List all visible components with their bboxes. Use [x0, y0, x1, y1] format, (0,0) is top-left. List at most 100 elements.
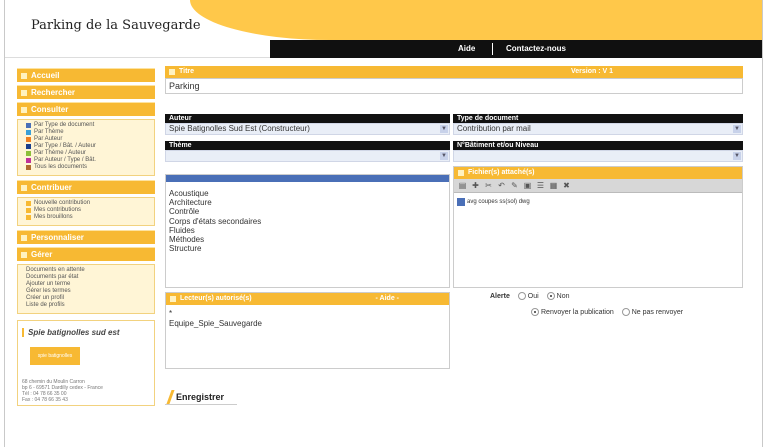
- renvoyer-radio[interactable]: [531, 308, 539, 316]
- readers-header: Lecteur(s) autorisé(s) - Aide -: [166, 293, 449, 305]
- readers-list[interactable]: * Equipe_Spie_Sauvegarde: [166, 305, 449, 333]
- type-label: Type de document: [453, 114, 743, 123]
- auteur-label: Auteur: [165, 114, 450, 123]
- sidebar-rechercher[interactable]: Rechercher: [17, 85, 155, 99]
- sidebar-contribuer[interactable]: Contribuer: [17, 180, 155, 194]
- nav-contact-link[interactable]: Contactez-nous: [506, 44, 566, 53]
- consulter-item[interactable]: Par Thème / Auteur: [26, 150, 151, 157]
- resend-options: Renvoyer la publication Ne pas renvoyer: [525, 308, 683, 316]
- version-label: Version : V 1: [570, 68, 613, 75]
- save-button[interactable]: Enregistrer: [166, 390, 224, 404]
- theme-highlight: [166, 175, 449, 182]
- save-icon[interactable]: ▣: [523, 181, 532, 190]
- add-file-icon[interactable]: ✚: [471, 181, 480, 190]
- cut-icon[interactable]: ✂: [484, 181, 493, 190]
- theme-label: Thème: [165, 141, 450, 150]
- bullet-icon: [26, 137, 31, 142]
- bullet-icon: [26, 215, 31, 220]
- bullet-icon: [26, 151, 31, 156]
- chevron-down-icon: ▼: [733, 125, 741, 133]
- auteur-select[interactable]: Spie Batignolles Sud Est (Constructeur) ▼: [165, 123, 450, 135]
- alert-oui-radio[interactable]: [517, 292, 526, 300]
- sidebar-gerer[interactable]: Gérer: [17, 247, 155, 261]
- bullet-icon: [26, 123, 31, 128]
- sidebar-consulter[interactable]: Consulter: [17, 102, 155, 116]
- contribuer-menu: Nouvelle contribution Mes contributions …: [17, 197, 155, 226]
- grid-icon[interactable]: ▦: [549, 181, 558, 190]
- batiment-select[interactable]: ▼: [453, 150, 743, 162]
- consulter-item[interactable]: Par Thème: [26, 129, 151, 136]
- delete-icon[interactable]: ✖: [562, 181, 571, 190]
- gerer-menu: Documents en attente Documents par état …: [17, 264, 155, 314]
- header: Parking de la Sauvegarde Aide Contactez-…: [5, 0, 762, 58]
- attached-file[interactable]: avg coupes ss(sol) dwg: [457, 198, 742, 206]
- theme-option[interactable]: Contrôle: [169, 207, 261, 216]
- bullet-icon: [26, 165, 31, 170]
- bullet-icon: [26, 201, 31, 206]
- gerer-item[interactable]: Gérer les termes: [26, 288, 151, 295]
- theme-option[interactable]: Structure: [169, 244, 261, 253]
- titre-header: Titre Version : V 1: [165, 66, 743, 78]
- gerer-item[interactable]: Documents en attente: [26, 267, 151, 274]
- consulter-item[interactable]: Par Type / Bât. / Auteur: [26, 143, 151, 150]
- contribuer-item[interactable]: Mes brouillons: [26, 214, 151, 221]
- chevron-down-icon: ▼: [440, 152, 448, 160]
- divider: [165, 404, 237, 405]
- chevron-down-icon: ▼: [733, 152, 741, 160]
- sidebar: Accueil Rechercher Consulter Par Type de…: [17, 68, 155, 406]
- theme-option[interactable]: Architecture: [169, 198, 261, 207]
- gerer-item[interactable]: Documents par état: [26, 274, 151, 281]
- nav-aide-link[interactable]: Aide: [458, 44, 475, 53]
- consulter-item[interactable]: Par Auteur / Type / Bât.: [26, 157, 151, 164]
- consulter-menu: Par Type de document Par Thème Par Auteu…: [17, 119, 155, 176]
- batiment-label: N°Bâtiment et/ou Niveau: [453, 141, 743, 150]
- bullet-icon: [26, 158, 31, 163]
- titre-field[interactable]: Parking: [165, 78, 743, 94]
- header-swoosh: [190, 0, 762, 40]
- readers-help-link[interactable]: - Aide -: [376, 293, 399, 305]
- theme-option[interactable]: Acoustique: [169, 189, 261, 198]
- theme-select[interactable]: ▼: [165, 150, 450, 162]
- type-select[interactable]: Contribution par mail ▼: [453, 123, 743, 135]
- list-icon[interactable]: ☰: [536, 181, 545, 190]
- app-frame: Parking de la Sauvegarde Aide Contactez-…: [4, 0, 763, 447]
- contribuer-item[interactable]: Mes contributions: [26, 207, 151, 214]
- ne-pas-renvoyer-radio[interactable]: [621, 308, 630, 316]
- gerer-item[interactable]: Créer un profil: [26, 295, 151, 302]
- theme-options: Acoustique Architecture Contrôle Corps d…: [169, 189, 261, 253]
- consulter-item[interactable]: Par Type de document: [26, 122, 151, 129]
- open-folder-icon[interactable]: ▤: [458, 181, 467, 190]
- company-card: Spie batignolles sud est spie batignolle…: [17, 320, 155, 406]
- edit-icon[interactable]: ✎: [510, 181, 519, 190]
- bullet-icon: [26, 144, 31, 149]
- chevron-down-icon: ▼: [440, 125, 448, 133]
- attachments-header: Fichier(s) attaché(s): [454, 167, 742, 179]
- bullet-icon: [26, 208, 31, 213]
- bullet-icon: [26, 130, 31, 135]
- nav-separator: [492, 43, 493, 55]
- company-logo: spie batignolles: [30, 347, 80, 365]
- readers-panel: Lecteur(s) autorisé(s) - Aide - * Equipe…: [165, 292, 450, 369]
- company-name: Spie batignolles sud est: [22, 328, 150, 337]
- theme-listbox[interactable]: Acoustique Architecture Contrôle Corps d…: [165, 174, 450, 288]
- site-title: Parking de la Sauvegarde: [31, 18, 201, 33]
- consulter-item[interactable]: Par Auteur: [26, 136, 151, 143]
- company-address: 68 chemin du Moulin Carron bp 6 - 69571 …: [22, 379, 103, 403]
- consulter-item[interactable]: Tous les documents: [26, 164, 151, 171]
- attachments-panel: Fichier(s) attaché(s) ▤ ✚ ✂ ↶ ✎ ▣ ☰ ▦ ✖ …: [453, 166, 743, 288]
- undo-icon[interactable]: ↶: [497, 181, 506, 190]
- sidebar-accueil[interactable]: Accueil: [17, 68, 155, 82]
- gerer-item[interactable]: Liste de profils: [26, 302, 151, 309]
- attachments-toolbar: ▤ ✚ ✂ ↶ ✎ ▣ ☰ ▦ ✖: [454, 179, 742, 193]
- theme-option[interactable]: Fluides: [169, 226, 261, 235]
- dwg-file-icon: [457, 198, 465, 206]
- alert-options: Alerte Oui Non: [490, 292, 570, 300]
- gerer-item[interactable]: Ajouter un terme: [26, 281, 151, 288]
- theme-option[interactable]: Corps d'états secondaires: [169, 217, 261, 226]
- top-nav: Aide Contactez-nous: [270, 40, 762, 58]
- contribuer-item[interactable]: Nouvelle contribution: [26, 200, 151, 207]
- theme-option[interactable]: Méthodes: [169, 235, 261, 244]
- slash-icon: [166, 390, 175, 404]
- alert-non-radio[interactable]: [546, 292, 555, 300]
- sidebar-personnaliser[interactable]: Personnaliser: [17, 230, 155, 244]
